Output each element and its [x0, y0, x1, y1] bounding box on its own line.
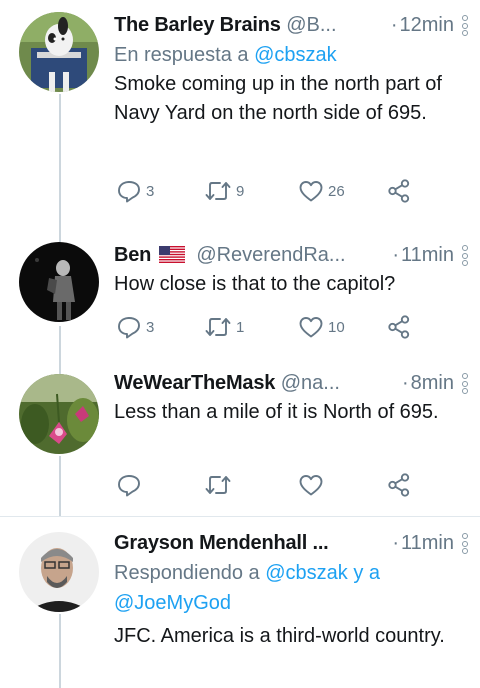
tweet[interactable]: The Barley Brains @B... · 12min En respue…: [0, 0, 480, 240]
timestamp: 11min: [401, 532, 454, 554]
retweet-button[interactable]: [204, 472, 236, 498]
separator-dot: ·: [390, 14, 398, 36]
reply-context: En respuesta a @cbszak: [114, 40, 472, 70]
tweet-text: Smoke coming up in the north part of Nav…: [114, 73, 442, 124]
share-icon: [388, 315, 410, 339]
avatar[interactable]: [19, 532, 99, 612]
reply-button[interactable]: [116, 472, 146, 498]
timestamp: 11min: [401, 244, 454, 266]
more-options-icon[interactable]: [458, 15, 472, 39]
user-handle[interactable]: @na...: [281, 372, 340, 394]
timestamp: 8min: [410, 372, 454, 394]
more-options-icon[interactable]: [458, 533, 472, 557]
reply-prefix: Respondiendo a: [114, 562, 266, 584]
retweet-button[interactable]: 1: [204, 314, 244, 340]
like-count: 26: [328, 182, 345, 200]
share-button[interactable]: [386, 178, 416, 204]
avatar[interactable]: [19, 242, 99, 322]
like-button[interactable]: 10: [298, 314, 345, 340]
more-options-icon[interactable]: [458, 245, 472, 269]
retweet-count: 1: [236, 318, 245, 336]
like-icon: [299, 181, 323, 202]
mention-link[interactable]: @cbszak: [254, 44, 337, 66]
user-handle[interactable]: @ReverendRa...: [196, 244, 345, 266]
display-name[interactable]: The Barley Brains: [114, 14, 281, 36]
like-count: 10: [328, 318, 345, 336]
share-button[interactable]: [386, 472, 416, 498]
reply-context: Respondiendo a @cbszak y a @JoeMyGod: [114, 558, 472, 618]
reply-count: 3: [146, 182, 155, 200]
tweet-text: Less than a mile of it is North of 695.: [114, 401, 439, 423]
share-button[interactable]: [386, 314, 416, 340]
display-name[interactable]: Ben: [114, 244, 151, 266]
retweet-icon: [205, 182, 231, 200]
reply-prefix: En respuesta a: [114, 44, 255, 66]
avatar[interactable]: [19, 12, 99, 92]
reply-button[interactable]: 3: [116, 178, 154, 204]
reply-icon: [118, 475, 140, 497]
retweet-count: 9: [236, 182, 245, 200]
divider: [0, 516, 480, 517]
like-button[interactable]: 26: [298, 178, 345, 204]
us-flag-icon: [158, 246, 185, 263]
reply-icon: [118, 317, 140, 339]
tweet-text: JFC. America is a third-world country.: [114, 625, 445, 647]
like-icon: [299, 317, 323, 338]
separator-dot: ·: [392, 532, 399, 554]
like-button[interactable]: [298, 472, 328, 498]
display-name[interactable]: Grayson Mendenhall ...: [114, 532, 329, 554]
reply-button[interactable]: 3: [116, 314, 154, 340]
reply-icon: [118, 181, 140, 203]
share-icon: [388, 473, 410, 497]
user-handle[interactable]: @B...: [286, 14, 336, 36]
tweet[interactable]: WeWearTheMask @na... · 8min Less than a m…: [0, 368, 480, 512]
avatar[interactable]: [19, 374, 99, 454]
retweet-button[interactable]: 9: [204, 178, 244, 204]
tweet[interactable]: Ben @ReverendRa... · 11min How close is t…: [0, 240, 480, 364]
timestamp: 12min: [399, 14, 454, 36]
reply-count: 3: [146, 318, 155, 336]
retweet-icon: [205, 318, 231, 336]
display-name[interactable]: WeWearTheMask: [114, 372, 275, 394]
more-options-icon[interactable]: [458, 373, 472, 397]
retweet-icon: [205, 476, 231, 494]
like-icon: [299, 475, 323, 496]
tweet[interactable]: Grayson Mendenhall ... · 11min Respondien…: [0, 518, 480, 688]
share-icon: [388, 179, 410, 203]
separator-dot: ·: [392, 244, 399, 266]
tweet-text: How close is that to the capitol?: [114, 273, 396, 295]
separator-dot: ·: [401, 372, 409, 394]
